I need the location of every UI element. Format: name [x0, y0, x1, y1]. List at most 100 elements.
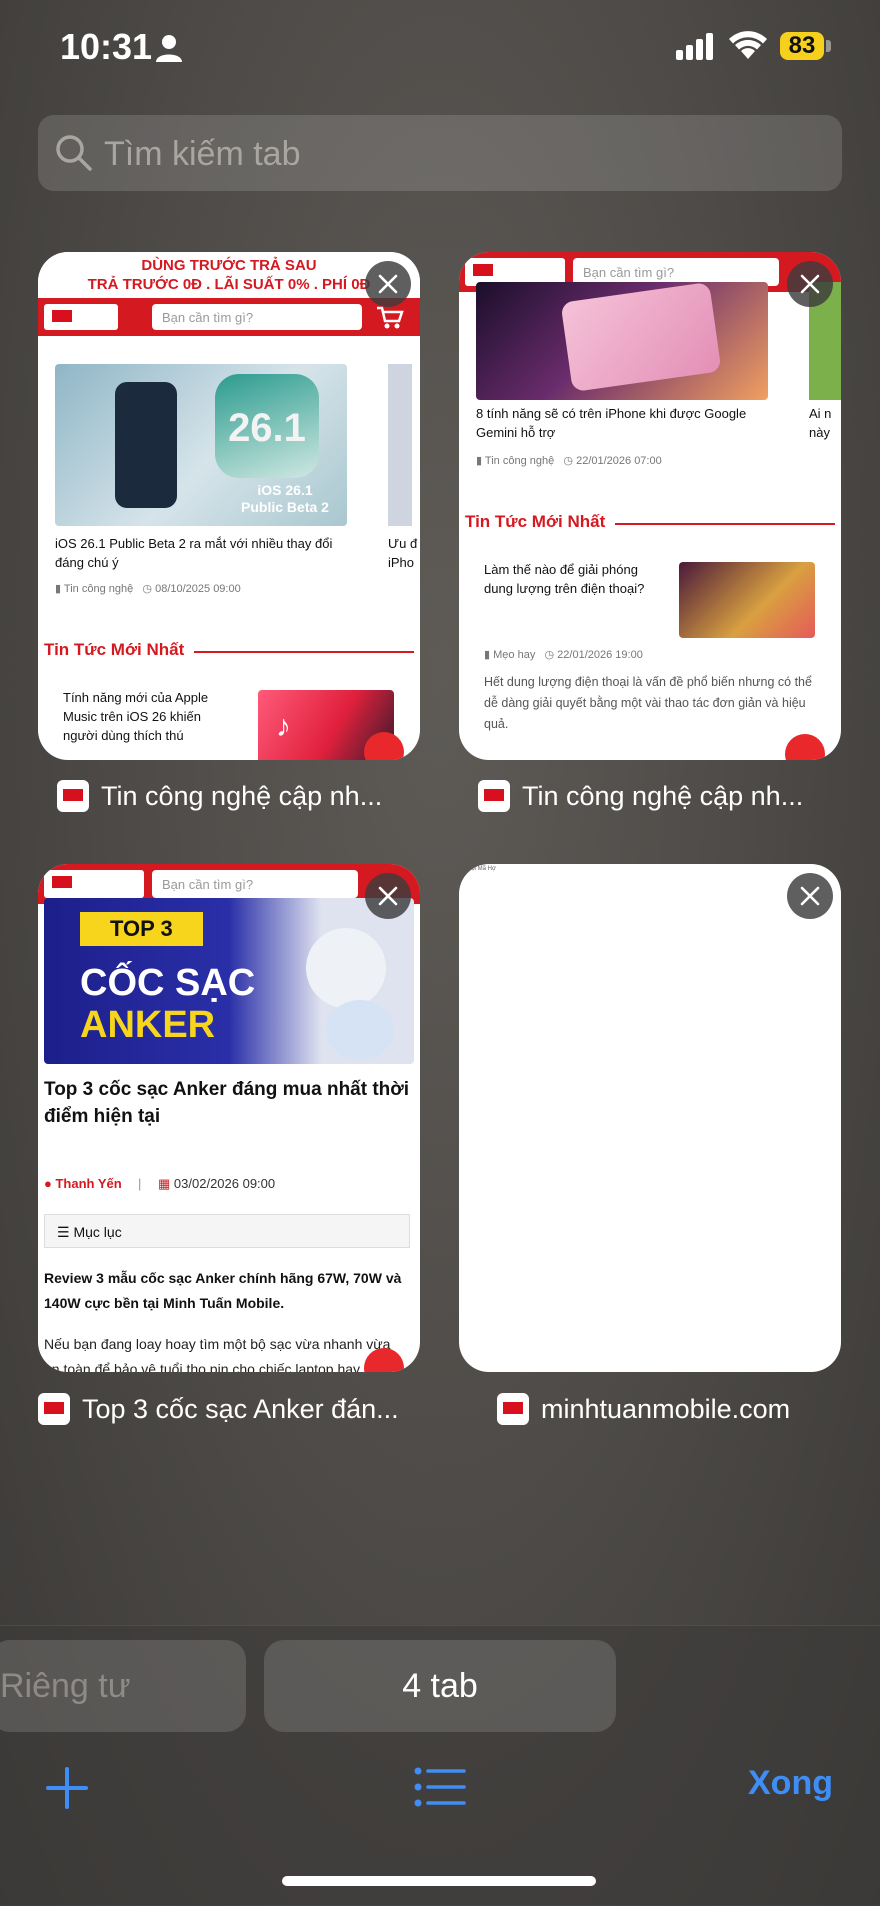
banner-line-1: CỐC SẠC [80, 962, 256, 1004]
section-divider [615, 523, 835, 525]
close-tab-button-1[interactable] [365, 261, 411, 307]
tab-title-text: minhtuanmobile.com [541, 1393, 791, 1424]
cart-icon [377, 306, 404, 329]
tiny-page-text: Hội Mã Hợ [467, 866, 496, 872]
chat-fab-icon [785, 734, 825, 760]
meta-separator: | [138, 1176, 142, 1191]
status-time: 10:31 [60, 26, 153, 67]
site-logo [44, 870, 144, 898]
article-lead: Review 3 mẫu cốc sạc Anker chính hãng 67… [44, 1270, 402, 1311]
close-icon [378, 274, 398, 294]
banner-tag: TOP 3 [80, 912, 203, 946]
list-item-time: 22/01/2026 19:00 [557, 649, 643, 661]
private-tab-group-button[interactable]: Riêng tư [0, 1640, 246, 1732]
clock-icon: ◷ [544, 649, 555, 661]
site-favicon [57, 780, 89, 812]
tab-card-4[interactable]: Hội Mã Hợ [459, 864, 841, 1372]
cellular-signal-icon [676, 33, 713, 60]
site-favicon [478, 780, 510, 812]
list-item-thumbnail [679, 562, 815, 638]
close-tab-button-4[interactable] [787, 873, 833, 919]
site-favicon [497, 1393, 529, 1425]
site-logo [44, 304, 118, 330]
close-tab-button-3[interactable] [365, 873, 411, 919]
phone-image [115, 382, 177, 508]
article-title: Top 3 cốc sạc Anker đáng mua nhất thời đ… [44, 1079, 410, 1127]
thumb-caption: iOS 26.1 Public Beta 2 [225, 482, 345, 516]
article-banner: TOP 3 CỐC SẠC ANKER [44, 898, 414, 1064]
article-meta: ▮ Tin công nghệ ◷ 08/10/2025 09:00 [55, 582, 241, 595]
close-icon [800, 886, 820, 906]
date-meta: ▦ 03/02/2026 09:00 [158, 1176, 275, 1192]
tab-title-3[interactable]: Top 3 cốc sạc Anker đán... [38, 1389, 399, 1429]
charger-image-2 [326, 1000, 394, 1060]
bookmark-icon: ▮ [484, 649, 491, 661]
site-header: Bạn cần tìm gì? [38, 298, 420, 336]
tab-count-button[interactable]: 4 tab [264, 1640, 616, 1732]
article-date: 03/02/2026 09:00 [173, 1176, 276, 1191]
private-label: Riêng tư [0, 1666, 131, 1705]
list-item-title: Tính năng mới của Apple Music trên iOS 2… [63, 690, 209, 743]
search-input[interactable] [102, 115, 826, 193]
bookmark-icon: ▮ [55, 583, 62, 595]
toc-label: Mục lục [73, 1224, 122, 1240]
ios-badge-image: 26.1 [215, 374, 319, 478]
next-article-title: Ưu đ iPho [388, 536, 418, 570]
site-search: Bạn cần tìm gì? [152, 304, 362, 330]
close-icon [800, 274, 820, 294]
tab-title-4[interactable]: minhtuanmobile.com [497, 1389, 790, 1429]
site-search: Bạn cần tìm gì? [152, 870, 358, 898]
section-title: Tin Tức Mới Nhất [44, 640, 185, 659]
article-time: 22/01/2026 07:00 [576, 455, 662, 467]
site-favicon [38, 1393, 70, 1425]
promo-banner: DÙNG TRƯỚC TRẢ SAU TRẢ TRƯỚC 0Đ . LÃI SU… [38, 252, 420, 302]
list-item-category: Mẹo hay [493, 649, 536, 661]
article-title: 8 tính năng sẽ có trên iPhone khi được G… [476, 406, 747, 440]
section-title: Tin Tức Mới Nhất [465, 512, 606, 531]
battery-level: 83 [780, 32, 824, 60]
article-time: 08/10/2025 09:00 [155, 583, 241, 595]
battery-tip [826, 40, 831, 52]
tab-card-3[interactable]: Bạn cần tìm gì? TOP 3 CỐC SẠC ANKER Top … [38, 864, 420, 1372]
tab-card-2[interactable]: Bạn cần tìm gì? 8 tính năng sẽ có trên i… [459, 252, 841, 760]
banner-line-2: ANKER [80, 1004, 216, 1046]
tab-search-bar[interactable] [38, 115, 842, 193]
article-meta: ▮ Tin công nghệ ◷ 22/01/2026 07:00 [476, 454, 662, 467]
ios-badge-text: 26.1 [228, 406, 306, 450]
table-of-contents: ☰ Mục lục [44, 1214, 410, 1248]
person-icon [156, 35, 182, 62]
promo-line-2: TRẢ TRƯỚC 0Đ . LÃI SUẤT 0% . PHÍ 0Đ [87, 276, 371, 293]
author-name: Thanh Yến [55, 1176, 122, 1191]
clock-icon: ◷ [563, 455, 574, 467]
section-divider [194, 651, 414, 653]
next-thumbnail [388, 364, 412, 526]
close-icon [378, 886, 398, 906]
article-thumbnail [476, 281, 768, 400]
next-article-title: Ai n này [809, 406, 832, 440]
article-thumbnail: 26.1 iOS 26.1 Public Beta 2 [55, 364, 347, 526]
thumb-caption-2: Public Beta 2 [241, 499, 329, 515]
tab-card-1[interactable]: DÙNG TRƯỚC TRẢ SAU TRẢ TRƯỚC 0Đ . LÃI SU… [38, 252, 420, 760]
article-category: Tin công nghệ [63, 583, 134, 595]
music-note-icon: ♪ [276, 710, 291, 743]
article-body: Nếu bạn đang loay hoay tìm một bộ sạc vừ… [44, 1336, 391, 1372]
tab-title-2[interactable]: Tin công nghệ cập nh... [478, 776, 803, 816]
tab-count-label: 4 tab [402, 1666, 478, 1705]
bookmark-icon: ▮ [476, 455, 483, 467]
new-tab-button[interactable] [44, 1765, 90, 1811]
close-tab-button-2[interactable] [787, 261, 833, 307]
home-indicator [282, 1876, 596, 1886]
toc-icon: ☰ [57, 1224, 70, 1240]
clock-icon: ◷ [142, 583, 153, 595]
search-icon [56, 135, 92, 171]
calendar-icon: ▦ [158, 1176, 171, 1191]
author-meta: ● Thanh Yến [44, 1176, 122, 1191]
done-button[interactable]: Xong [748, 1764, 833, 1803]
tab-title-1[interactable]: Tin công nghệ cập nh... [57, 776, 382, 816]
tab-list-icon[interactable] [414, 1765, 466, 1809]
article-category: Tin công nghệ [484, 455, 555, 467]
tab-title-text: Top 3 cốc sạc Anker đán... [82, 1393, 399, 1424]
list-item-title: Làm thế nào để giải phóng dung lượng trê… [484, 562, 645, 596]
chat-fab-icon [364, 732, 404, 760]
charger-image [306, 928, 386, 1008]
